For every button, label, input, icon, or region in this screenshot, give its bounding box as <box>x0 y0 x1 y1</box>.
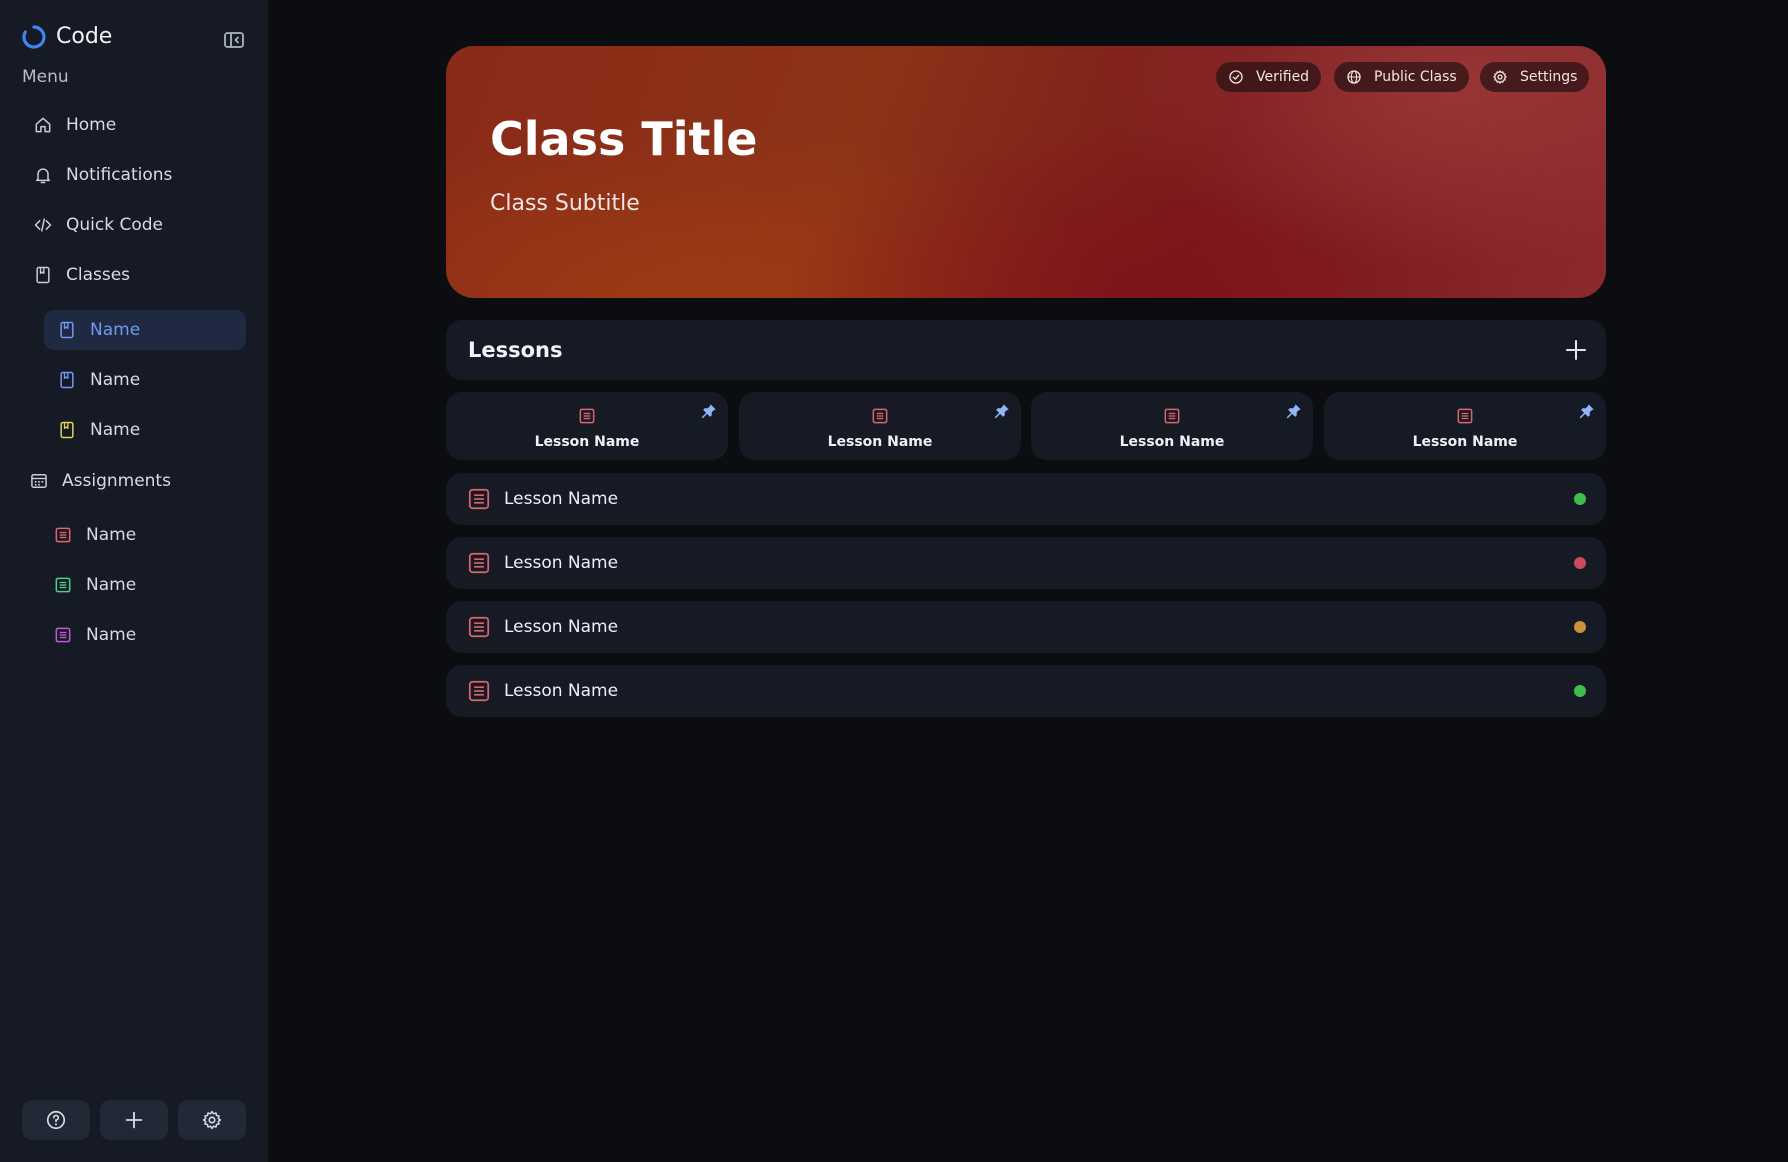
lesson-name: Lesson Name <box>504 489 619 509</box>
nav-label: Quick Code <box>66 215 163 235</box>
gear-icon <box>201 1109 223 1131</box>
class-subtitle: Class Subtitle <box>490 191 640 216</box>
lesson-name: Lesson Name <box>534 434 640 450</box>
class-label: Name <box>90 370 141 390</box>
lesson-name: Lesson Name <box>1119 434 1225 450</box>
pin-icon[interactable] <box>1285 402 1303 420</box>
public-class-badge[interactable]: Public Class <box>1334 62 1469 92</box>
lesson-name: Lesson Name <box>504 681 619 701</box>
nav-item-home[interactable]: Home <box>28 105 248 145</box>
class-title: Class Title <box>490 112 758 166</box>
check-circle-icon <box>1228 69 1244 85</box>
assignment-item-1[interactable]: Name <box>40 515 246 555</box>
nav-item-classes[interactable]: Classes <box>28 255 248 295</box>
document-icon <box>1162 406 1182 426</box>
nav-label: Notifications <box>66 165 173 185</box>
settings-button[interactable] <box>178 1100 246 1140</box>
verified-badge[interactable]: Verified <box>1216 62 1322 92</box>
home-icon <box>32 114 54 136</box>
document-icon <box>1455 406 1475 426</box>
class-item-2[interactable]: Name <box>44 360 246 400</box>
chip-label: Public Class <box>1374 69 1457 85</box>
assignment-label: Name <box>86 525 137 545</box>
logo-icon <box>22 24 46 49</box>
brand[interactable]: Code <box>22 24 112 49</box>
pinned-lesson-card[interactable]: Lesson Name <box>1031 392 1313 460</box>
document-icon <box>466 486 492 512</box>
lesson-row[interactable]: Lesson Name <box>446 665 1606 717</box>
book-icon <box>56 319 78 341</box>
document-icon <box>466 614 492 640</box>
lesson-row[interactable]: Lesson Name <box>446 537 1606 589</box>
nav-label: Assignments <box>62 471 171 491</box>
book-icon <box>56 419 78 441</box>
nav-label: Classes <box>66 265 131 285</box>
add-lesson-button[interactable] <box>1564 338 1588 362</box>
pin-icon[interactable] <box>993 402 1011 420</box>
help-button[interactable] <box>22 1100 90 1140</box>
pin-icon[interactable] <box>700 402 718 420</box>
status-dot <box>1574 493 1586 505</box>
help-icon <box>45 1109 67 1131</box>
nav-label: Home <box>66 115 117 135</box>
sidebar: Code Menu Home Notifications Quick Code <box>0 0 268 1162</box>
lesson-name: Lesson Name <box>1412 434 1518 450</box>
chip-label: Verified <box>1256 69 1310 85</box>
nav-item-assignments[interactable]: Assignments <box>24 461 244 501</box>
code-icon <box>32 214 54 236</box>
plus-icon <box>123 1109 145 1131</box>
pinned-lesson-card[interactable]: Lesson Name <box>446 392 728 460</box>
lessons-header: Lessons <box>446 320 1606 380</box>
calendar-icon <box>28 470 50 492</box>
document-icon <box>870 406 890 426</box>
class-banner: Verified Public Class Settings Class Tit… <box>446 46 1606 298</box>
menu-label: Menu <box>22 67 69 87</box>
document-icon <box>52 624 74 646</box>
assignment-label: Name <box>86 625 137 645</box>
class-label: Name <box>90 420 141 440</box>
lessons-title: Lessons <box>468 338 563 362</box>
assignment-item-3[interactable]: Name <box>40 615 246 655</box>
bell-icon <box>32 164 54 186</box>
document-icon <box>577 406 597 426</box>
nav-item-notifications[interactable]: Notifications <box>28 155 248 195</box>
lesson-name: Lesson Name <box>504 617 619 637</box>
nav-item-quick-code[interactable]: Quick Code <box>28 205 248 245</box>
app-name: Code <box>56 24 113 49</box>
document-icon <box>466 550 492 576</box>
pinned-lesson-card[interactable]: Lesson Name <box>739 392 1021 460</box>
class-settings-button[interactable]: Settings <box>1480 62 1590 92</box>
class-label: Name <box>90 320 141 340</box>
collapse-sidebar-icon[interactable] <box>222 28 246 52</box>
gear-icon <box>1492 69 1508 85</box>
class-item-3[interactable]: Name <box>44 410 246 450</box>
plus-icon <box>1564 338 1588 362</box>
status-dot <box>1574 621 1586 633</box>
pin-icon[interactable] <box>1578 402 1596 420</box>
lesson-name: Lesson Name <box>504 553 619 573</box>
lesson-row[interactable]: Lesson Name <box>446 473 1606 525</box>
status-dot <box>1574 685 1586 697</box>
book-icon <box>56 369 78 391</box>
status-dot <box>1574 557 1586 569</box>
document-icon <box>466 678 492 704</box>
assignment-item-2[interactable]: Name <box>40 565 246 605</box>
lesson-row[interactable]: Lesson Name <box>446 601 1606 653</box>
class-item-1[interactable]: Name <box>44 310 246 350</box>
globe-icon <box>1346 69 1362 85</box>
add-button[interactable] <box>100 1100 168 1140</box>
book-icon <box>32 264 54 286</box>
document-icon <box>52 524 74 546</box>
chip-label: Settings <box>1520 69 1578 85</box>
pinned-lesson-card[interactable]: Lesson Name <box>1324 392 1606 460</box>
document-icon <box>52 574 74 596</box>
assignment-label: Name <box>86 575 137 595</box>
lesson-name: Lesson Name <box>827 434 933 450</box>
